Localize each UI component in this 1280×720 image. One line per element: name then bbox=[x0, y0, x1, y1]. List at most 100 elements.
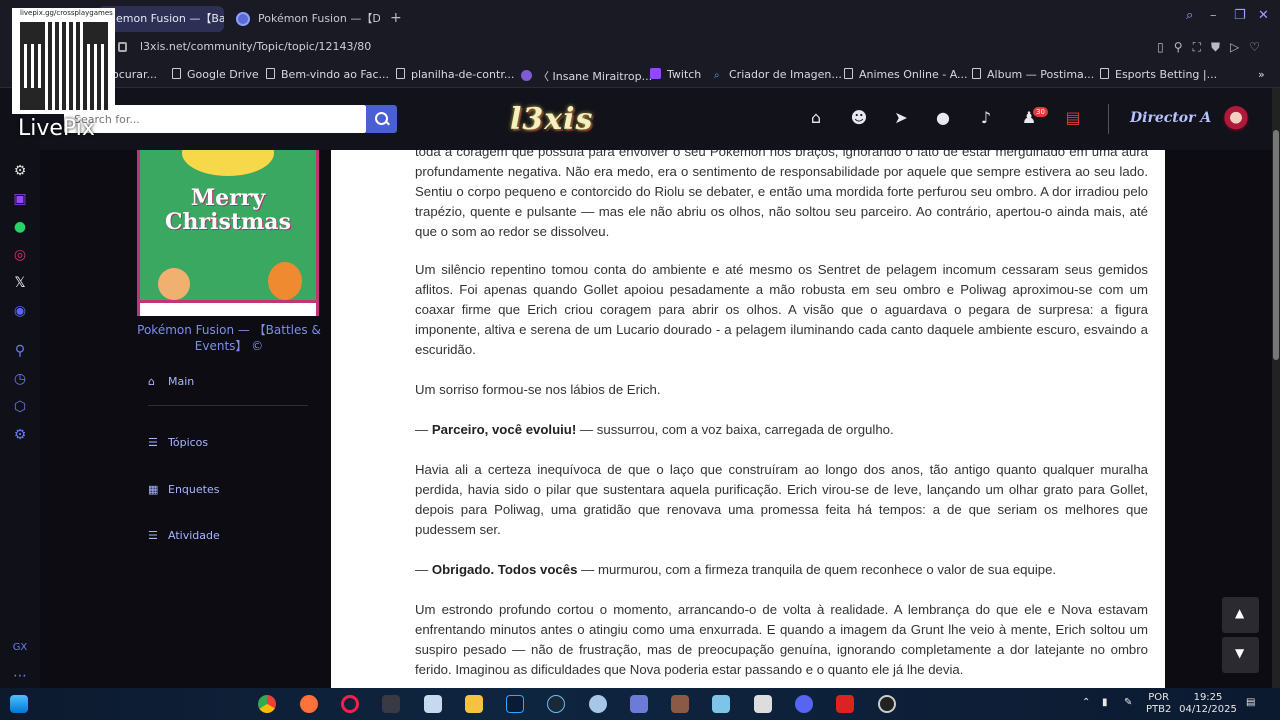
scrollbar-thumb[interactable] bbox=[1273, 130, 1279, 360]
page-icon bbox=[266, 68, 275, 79]
file-explorer-icon[interactable] bbox=[465, 695, 483, 713]
tab-active-label: emon Fusion —【Battle bbox=[116, 12, 224, 25]
list-icon: ☰ bbox=[148, 436, 158, 449]
bookmark-6[interactable]: Twitch bbox=[650, 68, 701, 81]
pen-icon[interactable]: ✎ bbox=[1124, 697, 1132, 709]
search-button[interactable] bbox=[366, 105, 397, 133]
instagram-icon[interactable]: ◎ bbox=[12, 247, 28, 263]
bookmark-8[interactable]: Animes Online - A... bbox=[844, 68, 968, 81]
site-icon bbox=[521, 70, 532, 81]
gamepad-icon[interactable] bbox=[630, 695, 648, 713]
bell-icon[interactable]: ♪ bbox=[977, 109, 995, 127]
banner-character bbox=[182, 150, 274, 176]
steam-icon[interactable] bbox=[547, 695, 565, 713]
whatsapp-icon[interactable]: ● bbox=[12, 219, 28, 235]
discord-icon[interactable] bbox=[795, 695, 813, 713]
keyboard-language[interactable]: POR PTB2 bbox=[1146, 692, 1171, 716]
minimize-icon[interactable]: – bbox=[1210, 8, 1217, 23]
close-icon[interactable]: ✕ bbox=[1258, 8, 1269, 23]
history-icon[interactable]: ◷ bbox=[12, 371, 28, 387]
forum-banner[interactable]: Merry Christmas bbox=[137, 150, 319, 316]
twitch-icon bbox=[650, 68, 661, 79]
page-icon bbox=[972, 68, 981, 79]
bookmark-4[interactable]: planilha-de-contr... bbox=[396, 68, 514, 81]
settings-icon[interactable]: ⚙ bbox=[12, 427, 28, 443]
send-icon[interactable]: ➤ bbox=[892, 109, 910, 127]
notifications-icon[interactable]: ▤ bbox=[1246, 697, 1255, 709]
paint-icon[interactable] bbox=[424, 695, 442, 713]
obs-icon[interactable] bbox=[878, 695, 896, 713]
tray-overflow-icon[interactable]: ⌃ bbox=[1082, 697, 1090, 709]
app-icon[interactable] bbox=[589, 695, 607, 713]
tab-second[interactable]: Pokémon Fusion —【Data bbox=[228, 6, 380, 32]
chrome-icon[interactable] bbox=[258, 695, 276, 713]
pin-icon[interactable]: ⚲ bbox=[12, 343, 28, 359]
scroll-bottom-button[interactable]: ▼ bbox=[1222, 637, 1259, 673]
restore-icon[interactable]: ❐ bbox=[1234, 8, 1246, 23]
chatgpt-icon[interactable]: ⚙ bbox=[12, 163, 28, 179]
post-paragraph: toda a coragem que possuía para envolver… bbox=[415, 150, 1148, 239]
bookmark-1[interactable]: ocurar... bbox=[112, 68, 157, 81]
avatar[interactable] bbox=[1223, 106, 1249, 132]
discord-icon[interactable]: ◉ bbox=[12, 303, 28, 319]
new-tab-icon[interactable]: + bbox=[390, 10, 402, 26]
windows-start-icon[interactable] bbox=[10, 695, 28, 713]
bookmark-10[interactable]: Esports Betting |... bbox=[1100, 68, 1217, 81]
firefox-icon[interactable] bbox=[300, 695, 318, 713]
x-icon[interactable]: 𝕏 bbox=[12, 275, 28, 291]
url-field[interactable]: l3xis.net/community/Topic/topic/12143/80 bbox=[140, 40, 371, 53]
more-icon[interactable]: ⋯ bbox=[12, 668, 28, 684]
store-icon[interactable]: ▤ bbox=[1064, 109, 1082, 127]
bookmark-2[interactable]: Google Drive bbox=[172, 68, 259, 81]
profile-icon[interactable]: ☻ bbox=[850, 109, 868, 127]
bookmarks-bar: ocurar... Google Drive Bem-vindo ao Fac.… bbox=[0, 62, 1280, 88]
twitch-icon[interactable]: ▣ bbox=[12, 191, 28, 207]
sidebar-item-activity[interactable]: ☰ Atividade bbox=[148, 529, 220, 542]
scroll-top-button[interactable]: ▲ bbox=[1222, 597, 1259, 633]
shield-icon[interactable]: ⛊ bbox=[1211, 40, 1220, 55]
gx-icon[interactable]: GX bbox=[12, 640, 28, 656]
sidebar-item-main[interactable]: ⌂ Main bbox=[148, 375, 194, 388]
sidebar-item-topics[interactable]: ☰ Tópicos bbox=[148, 436, 208, 449]
bookmark-5[interactable]: 〈 Insane Miraitrop... bbox=[521, 68, 652, 84]
play-icon[interactable]: ▷ bbox=[1230, 40, 1239, 55]
sidebar-toggle-icon[interactable]: ▯ bbox=[1157, 40, 1164, 55]
bookmark-3[interactable]: Bem-vindo ao Fac... bbox=[266, 68, 389, 81]
extensions-icon[interactable]: ⬡ bbox=[12, 399, 28, 415]
site-favicon-icon bbox=[236, 12, 250, 26]
header-divider bbox=[1108, 104, 1109, 134]
microphone-icon[interactable]: ▮ bbox=[1102, 697, 1108, 709]
banner-character bbox=[268, 262, 302, 300]
app-red-icon[interactable] bbox=[836, 695, 854, 713]
user-name[interactable]: Director A bbox=[1130, 110, 1211, 126]
video-editor-icon[interactable] bbox=[754, 695, 772, 713]
post-paragraph: — Parceiro, você evoluiu! — sussurrou, c… bbox=[415, 422, 894, 437]
pin-icon[interactable]: ⚲ bbox=[1174, 40, 1183, 55]
clock[interactable]: 19:25 04/12/2025 bbox=[1178, 692, 1238, 716]
forum-title[interactable]: Pokémon Fusion — 【Battles & Events】 © bbox=[137, 322, 321, 354]
notes-icon[interactable] bbox=[712, 695, 730, 713]
page-icon bbox=[172, 68, 181, 79]
sidebar-item-polls[interactable]: ▦ Enquetes bbox=[148, 483, 219, 496]
chevron-down-icon: ▼ bbox=[1235, 646, 1245, 660]
chat-icon[interactable]: ● bbox=[934, 109, 952, 127]
post-paragraph: Havia ali a certeza inequívoca de que o … bbox=[415, 462, 1148, 537]
banner-character bbox=[158, 268, 190, 300]
game-icon[interactable] bbox=[671, 695, 689, 713]
home-icon[interactable]: ⌂ bbox=[807, 109, 825, 127]
photoshop-icon[interactable] bbox=[506, 695, 524, 713]
search-icon: ⌕ bbox=[714, 70, 720, 81]
bookmarks-overflow-icon[interactable]: » bbox=[1258, 68, 1265, 81]
translator-icon[interactable] bbox=[382, 695, 400, 713]
search-tabs-icon[interactable]: ⌕ bbox=[1186, 8, 1193, 23]
bookmark-7[interactable]: ⌕ Criador de Imagen... bbox=[714, 68, 842, 81]
screenshot-icon[interactable]: ⛶ bbox=[1193, 40, 1201, 55]
chevron-up-icon: ▲ bbox=[1235, 606, 1245, 620]
opera-gx-icon[interactable] bbox=[341, 695, 359, 713]
bookmark-9[interactable]: Album — Postima... bbox=[972, 68, 1094, 81]
home-icon: ⌂ bbox=[148, 375, 155, 388]
site-logo[interactable]: l3xis bbox=[510, 102, 593, 137]
heart-icon[interactable]: ♡ bbox=[1249, 40, 1260, 55]
tab-active[interactable]: emon Fusion —【Battle bbox=[98, 6, 224, 32]
sidebar-divider bbox=[148, 405, 308, 406]
